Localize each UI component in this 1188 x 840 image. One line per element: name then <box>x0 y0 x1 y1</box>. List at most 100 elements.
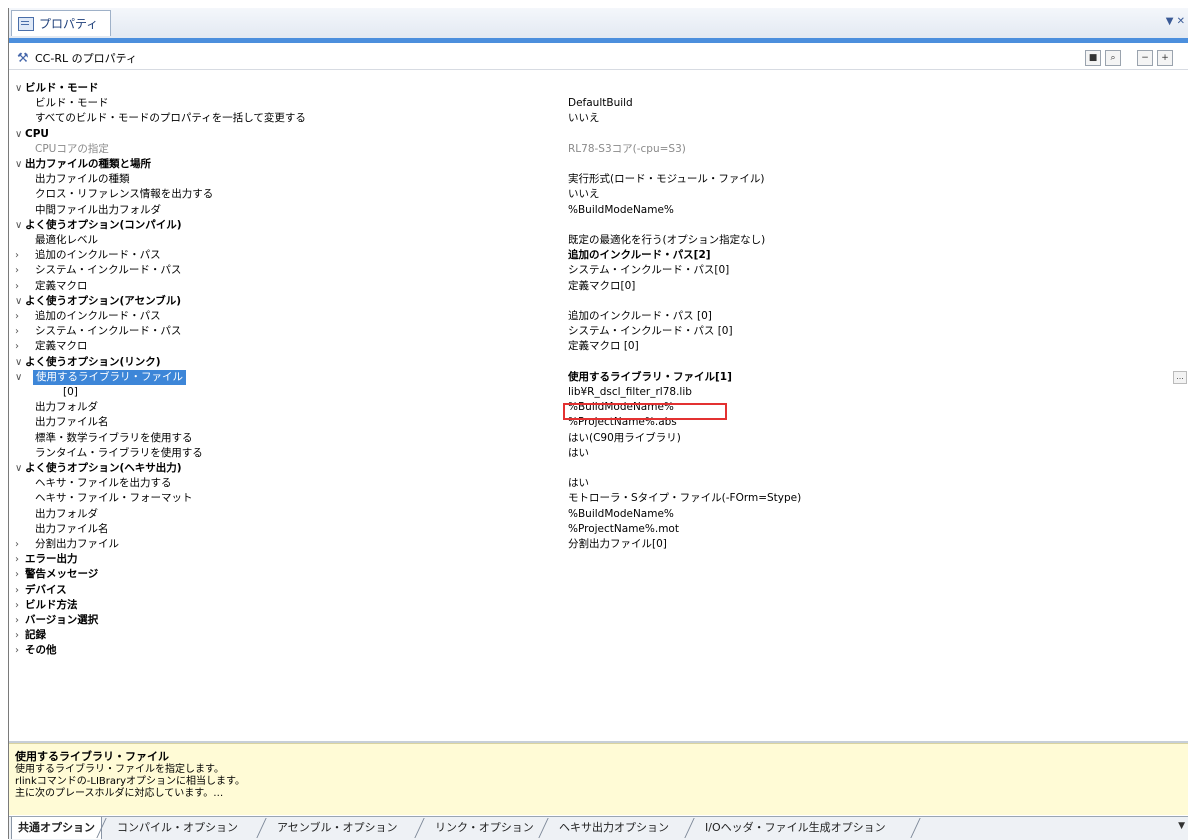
property-name: 出力ファイル名 <box>35 522 109 535</box>
category-row[interactable]: › エラー出力 <box>9 552 1179 567</box>
tab-common-options[interactable]: 共通オプション <box>11 817 102 839</box>
property-row[interactable]: ビルド・モード DefaultBuild <box>9 96 1179 111</box>
property-name: ヘキサ・ファイル・フォーマット <box>35 492 193 505</box>
tab-hex-options[interactable]: ヘキサ出力オプション <box>553 817 675 839</box>
tab-link-options[interactable]: リンク・オプション <box>429 817 540 839</box>
property-row[interactable]: › 分割出力ファイル 分割出力ファイル[0] <box>9 537 1179 552</box>
category-row[interactable]: ∨ よく使うオプション(ヘキサ出力) <box>9 461 1179 476</box>
category-row[interactable]: ∨ 出力ファイルの種類と場所 <box>9 157 1179 172</box>
property-value[interactable]: モトローラ・Sタイプ・ファイル(-FOrm=Stype) <box>568 491 801 506</box>
chevron-down-icon[interactable]: ∨ <box>15 355 25 370</box>
browse-button[interactable]: ... <box>1173 370 1187 384</box>
chevron-right-icon[interactable]: › <box>15 324 25 339</box>
property-row[interactable]: › システム・インクルード・パス システム・インクルード・パス [0] <box>9 324 1179 339</box>
properties-icon <box>18 16 34 31</box>
chevron-right-icon[interactable]: › <box>15 613 25 628</box>
property-value[interactable]: いいえ <box>568 111 600 126</box>
collapse-button[interactable]: − <box>1137 50 1153 66</box>
property-name: 出力フォルダ <box>35 507 98 520</box>
property-row[interactable]: › 定義マクロ 定義マクロ [0] <box>9 339 1179 354</box>
property-row[interactable]: 出力ファイル名 %ProjectName%.mot <box>9 522 1179 537</box>
tab-compile-options[interactable]: コンパイル・オプション <box>111 817 244 839</box>
property-value[interactable]: システム・インクルード・パス[0] <box>568 263 729 278</box>
chevron-right-icon[interactable]: › <box>15 309 25 324</box>
property-value[interactable]: 実行形式(ロード・モジュール・ファイル) <box>568 172 764 187</box>
selected-property-row[interactable]: ∨ 使用するライブラリ・ファイル 使用するライブラリ・ファイル[1]... <box>9 369 1187 385</box>
chevron-right-icon[interactable]: › <box>15 583 25 598</box>
chevron-down-icon[interactable]: ∨ <box>15 81 25 96</box>
property-row[interactable]: › 追加のインクルード・パス 追加のインクルード・パス [0] <box>9 309 1179 324</box>
category-row[interactable]: ∨ ビルド・モード <box>9 81 1179 96</box>
property-name: よく使うオプション(リンク) <box>25 355 161 368</box>
tabs-chevron-down-icon[interactable]: ▼ <box>1178 821 1185 831</box>
chevron-right-icon[interactable]: › <box>15 567 25 582</box>
property-row[interactable]: 中間ファイル出力フォルダ %BuildModeName% <box>9 203 1179 218</box>
property-value[interactable]: 追加のインクルード・パス[2] <box>568 248 711 263</box>
tab-io-header-options[interactable]: I/Oヘッダ・ファイル生成オプション <box>699 817 892 839</box>
expand-button[interactable]: + <box>1157 50 1173 66</box>
property-value[interactable]: %BuildModeName% <box>568 507 674 522</box>
property-value[interactable]: 既定の最適化を行う(オプション指定なし) <box>568 233 765 248</box>
chevron-down-icon[interactable]: ∨ <box>15 294 25 309</box>
property-value[interactable]: 分割出力ファイル[0] <box>568 537 667 552</box>
property-value[interactable]: %BuildModeName% <box>568 203 674 218</box>
category-row[interactable]: ∨ よく使うオプション(アセンブル) <box>9 294 1179 309</box>
property-row[interactable]: すべてのビルド・モードのプロパティを一括して変更する いいえ <box>9 111 1179 126</box>
property-value[interactable]: DefaultBuild <box>568 96 633 111</box>
property-value[interactable]: 定義マクロ[0] <box>568 279 635 294</box>
property-value[interactable]: lib¥R_dscl_filter_rl78.lib <box>568 385 692 400</box>
category-row[interactable]: ∨ CPU <box>9 127 1179 142</box>
property-value[interactable]: 使用するライブラリ・ファイル[1] <box>568 370 732 385</box>
property-row[interactable]: ヘキサ・ファイル・フォーマット モトローラ・Sタイプ・ファイル(-FOrm=Sty… <box>9 491 1179 506</box>
category-row[interactable]: › 警告メッセージ <box>9 567 1179 582</box>
chevron-right-icon[interactable]: › <box>15 628 25 643</box>
panel-menu-chevron-icon[interactable]: ▼ ✕ <box>1166 16 1185 27</box>
chevron-right-icon[interactable]: › <box>15 279 25 294</box>
property-value[interactable]: システム・インクルード・パス [0] <box>568 324 733 339</box>
chevron-right-icon[interactable]: › <box>15 598 25 613</box>
tab-assemble-options[interactable]: アセンブル・オプション <box>271 817 403 839</box>
chevron-down-icon[interactable]: ∨ <box>15 370 25 385</box>
category-row[interactable]: › 記録 <box>9 628 1179 643</box>
property-value[interactable]: RL78-S3コア(-cpu=S3) <box>568 142 686 157</box>
category-row[interactable]: ∨ よく使うオプション(コンパイル) <box>9 218 1179 233</box>
property-row[interactable]: [0] lib¥R_dscl_filter_rl78.lib <box>9 385 1179 400</box>
property-value[interactable]: いいえ <box>568 187 600 202</box>
property-name: ヘキサ・ファイルを出力する <box>35 477 172 490</box>
property-value[interactable]: 追加のインクルード・パス [0] <box>568 309 712 324</box>
property-row[interactable]: CPUコアの指定 RL78-S3コア(-cpu=S3) <box>9 142 1179 157</box>
search-icon[interactable]: ⌕ <box>1105 50 1121 66</box>
chevron-right-icon[interactable]: › <box>15 248 25 263</box>
property-value[interactable]: はい <box>568 446 589 461</box>
property-value[interactable]: 定義マクロ [0] <box>568 339 639 354</box>
category-row[interactable]: › デバイス <box>9 583 1179 598</box>
category-row[interactable]: › ビルド方法 <box>9 598 1179 613</box>
category-row[interactable]: › その他 <box>9 643 1179 658</box>
property-row[interactable]: クロス・リファレンス情報を出力する いいえ <box>9 187 1179 202</box>
property-value[interactable]: はい <box>568 476 589 491</box>
property-row[interactable]: 標準・数学ライブラリを使用する はい(C90用ライブラリ) <box>9 431 1179 446</box>
chevron-right-icon[interactable]: › <box>15 643 25 658</box>
chevron-right-icon[interactable]: › <box>15 339 25 354</box>
lock-icon[interactable]: ■ <box>1085 50 1101 66</box>
chevron-right-icon[interactable]: › <box>15 263 25 278</box>
property-row[interactable]: 最適化レベル 既定の最適化を行う(オプション指定なし) <box>9 233 1179 248</box>
property-value[interactable]: %ProjectName%.mot <box>568 522 679 537</box>
chevron-down-icon[interactable]: ∨ <box>15 157 25 172</box>
property-row[interactable]: › システム・インクルード・パス システム・インクルード・パス[0] <box>9 263 1179 278</box>
property-row[interactable]: ランタイム・ライブラリを使用する はい <box>9 446 1179 461</box>
chevron-down-icon[interactable]: ∨ <box>15 218 25 233</box>
category-row[interactable]: › バージョン選択 <box>9 613 1179 628</box>
property-row[interactable]: › 追加のインクルード・パス 追加のインクルード・パス[2] <box>9 248 1179 263</box>
chevron-down-icon[interactable]: ∨ <box>15 461 25 476</box>
property-row[interactable]: 出力フォルダ %BuildModeName% <box>9 507 1179 522</box>
property-value[interactable]: はい(C90用ライブラリ) <box>568 431 681 446</box>
property-row[interactable]: › 定義マクロ 定義マクロ[0] <box>9 279 1179 294</box>
property-row[interactable]: ヘキサ・ファイルを出力する はい <box>9 476 1179 491</box>
chevron-right-icon[interactable]: › <box>15 552 25 567</box>
category-row[interactable]: ∨ よく使うオプション(リンク) <box>9 355 1179 370</box>
properties-tab[interactable]: プロパティ <box>11 10 111 36</box>
chevron-down-icon[interactable]: ∨ <box>15 127 25 142</box>
chevron-right-icon[interactable]: › <box>15 537 25 552</box>
property-row[interactable]: 出力ファイルの種類 実行形式(ロード・モジュール・ファイル) <box>9 172 1179 187</box>
